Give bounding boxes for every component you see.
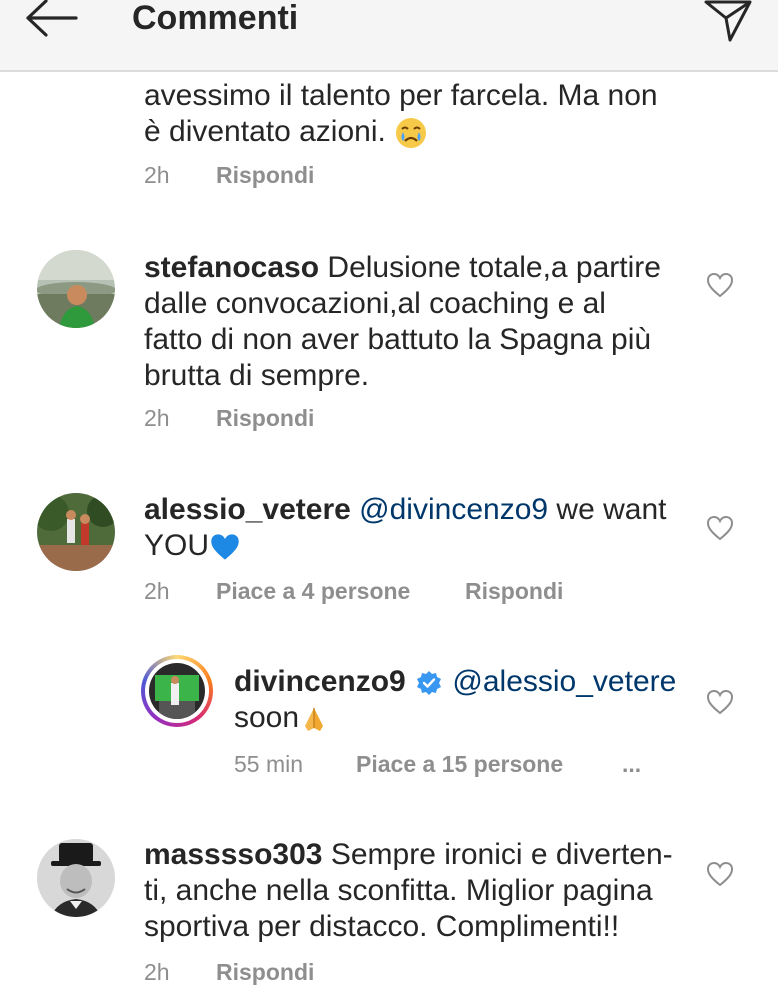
more-options-button[interactable]: ... <box>622 749 641 779</box>
comment-time: 2h <box>144 959 170 985</box>
comment-text-line: avessimo il talento per farcela. Ma non <box>144 79 658 112</box>
avatar[interactable] <box>37 250 115 328</box>
paper-plane-icon[interactable] <box>700 0 756 42</box>
reply-button[interactable]: Rispondi <box>465 576 563 606</box>
comment-text-line: YOU <box>144 528 241 564</box>
comment-text: Delusione totale,a partire <box>327 251 661 284</box>
reply-button[interactable]: Rispondi <box>216 403 314 433</box>
likes-count-link[interactable]: Piace a 15 persone <box>356 749 563 779</box>
arrow-left-icon[interactable] <box>22 0 82 40</box>
comment-time: 55 min <box>234 751 304 777</box>
heart-icon[interactable] <box>706 272 734 298</box>
reply-button[interactable]: Rispondi <box>216 160 314 190</box>
comment-text-line: masssso303 Sempre ironici e diverten- <box>144 837 673 873</box>
comment-text-line: sportiva per distacco. Complimenti!! <box>144 910 620 943</box>
crying-face-icon <box>396 118 427 149</box>
likes-count-link[interactable]: Piace a 4 persone <box>216 576 410 606</box>
comment-text: è diventato azioni. <box>144 115 386 148</box>
comment-text-line: soon <box>234 700 329 736</box>
blue-heart-icon <box>211 534 239 560</box>
comment-username[interactable]: stefanocaso <box>144 251 319 284</box>
comment-username[interactable]: alessio_vetere <box>144 493 351 526</box>
comment-text-line: brutta di sempre. <box>144 359 370 392</box>
mention-link[interactable]: @divincenzo9 <box>359 493 548 526</box>
reply-button[interactable]: Rispondi <box>216 957 314 987</box>
page-title: Commenti <box>132 0 299 37</box>
verified-badge-icon <box>417 671 442 696</box>
comment-time: 2h <box>144 162 170 188</box>
comment-username[interactable]: divincenzo9 <box>234 665 406 698</box>
comment-text-line: stefanocaso Delusione totale,a partire <box>144 250 661 286</box>
avatar[interactable] <box>37 839 115 917</box>
header-bar: Commenti <box>0 0 778 72</box>
mention-link[interactable]: @alessio_vetere <box>452 665 676 698</box>
folded-hands-icon <box>305 708 324 732</box>
avatar[interactable] <box>141 655 213 727</box>
avatar[interactable] <box>37 493 115 571</box>
comment-text-line: alessio_vetere @divincenzo9 we want <box>144 492 666 528</box>
comment-text: Sempre ironici e diverten- <box>330 838 673 871</box>
comment-text-line: fatto di non aver battuto la Spagna più <box>144 323 652 356</box>
heart-icon[interactable] <box>706 515 734 541</box>
comment-text: we want <box>556 493 667 526</box>
comment-text: soon <box>234 701 300 734</box>
comment-text-line: dalle convocazioni,al coaching e al <box>144 287 606 320</box>
comment-text: YOU <box>144 529 210 562</box>
comment-time: 2h <box>144 578 170 604</box>
comment-text-line: è diventato azioni. <box>144 114 428 150</box>
heart-icon[interactable] <box>706 861 734 887</box>
comment-username[interactable]: masssso303 <box>144 838 322 871</box>
heart-icon[interactable] <box>706 689 734 715</box>
comment-text-line: divincenzo9 @alessio_vetere <box>234 664 676 700</box>
comment-text-line: ti, anche nella sconfitta. Miglior pagin… <box>144 874 653 907</box>
comment-time: 2h <box>144 405 170 431</box>
